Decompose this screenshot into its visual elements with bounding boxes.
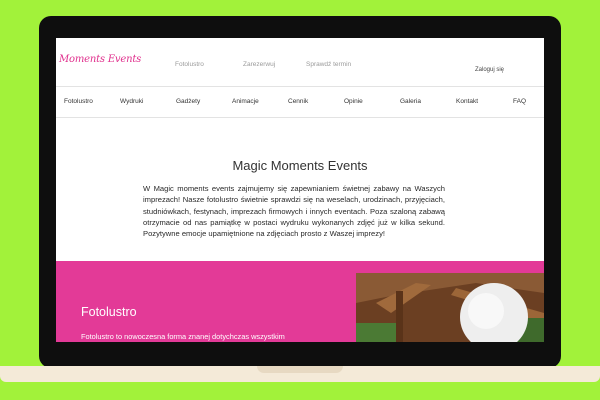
- top-link-zarezerwuj[interactable]: Zarezerwuj: [243, 61, 275, 68]
- nav-item-faq[interactable]: FAQ: [513, 98, 526, 105]
- intro-paragraph: W Magic moments events zajmujemy się zap…: [143, 184, 445, 239]
- fotolustro-photo: [356, 273, 544, 342]
- section-text: Fotolustro to nowoczesna forma znanej do…: [81, 332, 285, 341]
- login-link[interactable]: Zaloguj się: [475, 67, 504, 73]
- nav-item-opinie[interactable]: Opinie: [344, 98, 363, 105]
- browser-screen: Moments Events Fotolustro Zarezerwuj Spr…: [56, 38, 544, 342]
- nav-item-fotolustro[interactable]: Fotolustro: [64, 98, 93, 105]
- nav-item-wydruki[interactable]: Wydruki: [120, 98, 143, 105]
- page-title: Magic Moments Events: [232, 158, 368, 173]
- nav-item-cennik[interactable]: Cennik: [288, 98, 308, 105]
- section-title: Fotolustro: [81, 305, 137, 319]
- site-header: Moments Events Fotolustro Zarezerwuj Spr…: [56, 38, 544, 87]
- site-logo[interactable]: Moments Events: [59, 54, 141, 65]
- top-link-check-date[interactable]: Sprawdź termin: [306, 61, 351, 68]
- nav-item-gadzety[interactable]: Gadżety: [176, 98, 200, 105]
- nav-item-animacje[interactable]: Animacje: [232, 98, 259, 105]
- nav-item-galeria[interactable]: Galeria: [400, 98, 421, 105]
- nav-item-kontakt[interactable]: Kontakt: [456, 98, 478, 105]
- top-link-fotolustro[interactable]: Fotolustro: [175, 61, 204, 68]
- main-nav: Fotolustro Wydruki Gadżety Animacje Cenn…: [56, 87, 544, 118]
- laptop-notch: [257, 366, 343, 373]
